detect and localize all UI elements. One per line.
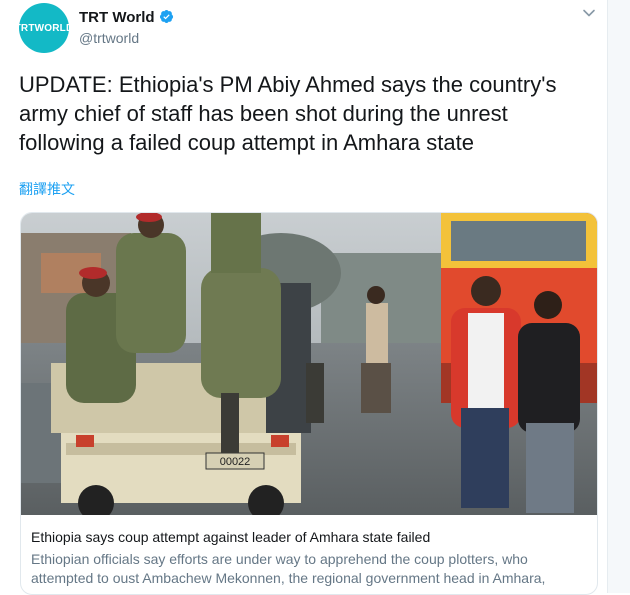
avatar-logo-text: TRTWORLD [14,22,74,34]
verified-badge-icon [159,9,174,24]
avatar[interactable]: TRTWORLD [15,3,73,53]
chevron-down-icon[interactable] [582,6,596,20]
vehicle-plate: 00022 [220,456,251,468]
tweet: TRTWORLD TRT World @trtworld UPDATE: Eth… [0,0,607,595]
author-name[interactable]: TRT World [79,9,155,26]
card-photo: 00022 [21,213,597,515]
card-title[interactable]: Ethiopia says coup attempt against leade… [31,529,591,545]
tweet-text: UPDATE: Ethiopia's PM Abiy Ahmed says th… [19,72,557,155]
adjacent-panel-edge [607,0,630,593]
author-handle[interactable]: @trtworld [79,30,139,46]
link-preview-card[interactable]: 00022 Ethiopia says coup attempt against… [20,212,598,595]
translate-tweet-link[interactable]: 翻譯推文 [19,179,75,199]
card-description: Ethiopian officials say efforts are unde… [31,551,546,586]
